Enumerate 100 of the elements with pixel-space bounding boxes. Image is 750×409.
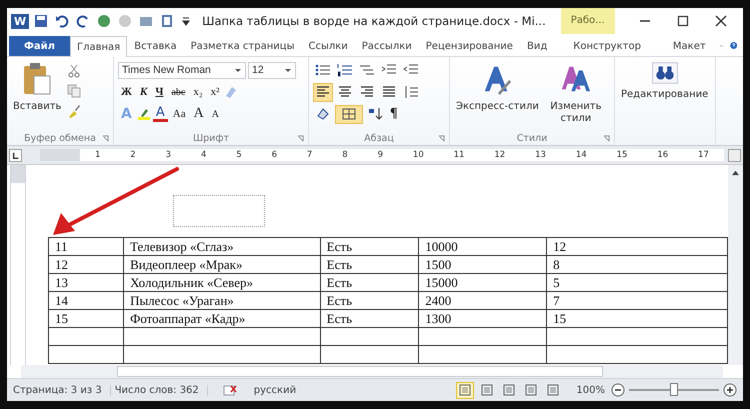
redo-icon[interactable] bbox=[76, 14, 90, 28]
clipboard-icon bbox=[21, 62, 54, 96]
paste-button[interactable]: Вставить bbox=[11, 60, 64, 114]
change-styles-button[interactable]: Изменить стили bbox=[544, 60, 607, 127]
dialog-launcher-icon[interactable] bbox=[603, 134, 610, 142]
table-cell: Есть bbox=[320, 310, 419, 328]
ruler-number: 4 bbox=[200, 150, 206, 160]
font-format-button[interactable]: Ч bbox=[152, 86, 166, 98]
font-format-button[interactable]: К bbox=[136, 86, 150, 98]
highlighter-icon[interactable] bbox=[136, 107, 151, 121]
ruler-number: 6 bbox=[272, 150, 278, 160]
font-format-button[interactable]: x² bbox=[208, 86, 222, 98]
tab-selector-icon[interactable] bbox=[9, 148, 22, 162]
font-format-button[interactable]: Ж bbox=[118, 86, 135, 98]
save-icon[interactable] bbox=[34, 14, 48, 28]
table-cell: 2400 bbox=[418, 292, 547, 310]
ribbon-tab[interactable]: Вставка bbox=[127, 36, 184, 56]
table-cell: 12 bbox=[546, 238, 728, 256]
align-icon bbox=[316, 86, 330, 98]
shrink-font-button[interactable]: A bbox=[208, 108, 222, 120]
table-cell: Есть bbox=[320, 238, 419, 256]
show-marks-button[interactable]: ¶ bbox=[387, 106, 401, 122]
table-cell: 7 bbox=[546, 292, 728, 310]
view-button[interactable] bbox=[456, 382, 474, 398]
document-icon[interactable] bbox=[160, 14, 174, 28]
caret-icon[interactable] bbox=[284, 66, 292, 74]
table-cell: 15 bbox=[546, 310, 728, 328]
font-format-button[interactable]: abc bbox=[168, 86, 188, 98]
dialog-launcher-icon[interactable] bbox=[438, 134, 445, 142]
page-count[interactable]: Страница: 3 из 3 bbox=[13, 384, 111, 396]
caret-icon[interactable] bbox=[234, 66, 242, 74]
table-cell: 12 bbox=[48, 256, 124, 274]
ribbon-tab[interactable]: Вид bbox=[520, 36, 554, 56]
align-icon bbox=[360, 86, 374, 98]
zoom-out-icon[interactable] bbox=[611, 383, 625, 397]
editing-button[interactable]: Редактирование bbox=[619, 60, 710, 102]
brush-icon[interactable] bbox=[67, 104, 82, 118]
table-cell: 11 bbox=[48, 238, 124, 256]
ribbon-tab[interactable]: Главная bbox=[70, 36, 128, 57]
quick-styles-button[interactable]: Экспресс-стили bbox=[454, 60, 541, 114]
horizontal-scrollbar[interactable] bbox=[21, 365, 723, 378]
maximize-icon[interactable] bbox=[677, 15, 689, 27]
table-cell: Пылесос «Ураган» bbox=[124, 292, 320, 310]
group-label: Шрифт bbox=[192, 132, 230, 144]
table-cell: Есть bbox=[320, 274, 419, 292]
table-cell: 1300 bbox=[418, 310, 547, 328]
file-tab[interactable]: Файл bbox=[9, 36, 70, 56]
ribbon-tab[interactable]: Конструктор bbox=[560, 36, 654, 56]
font-color-button[interactable]: A bbox=[152, 106, 168, 122]
close-icon[interactable] bbox=[715, 15, 727, 27]
scissors-icon[interactable] bbox=[67, 64, 82, 78]
ruler-number: 17 bbox=[698, 150, 709, 160]
align-icon bbox=[338, 86, 352, 98]
table-cell: 5 bbox=[546, 274, 728, 292]
table-cell: 13 bbox=[48, 274, 124, 292]
ribbon-tab[interactable]: Ссылки bbox=[301, 36, 355, 56]
vertical-scrollbar[interactable] bbox=[728, 165, 743, 365]
ruler-number: 8 bbox=[342, 150, 348, 160]
ruler-number: 10 bbox=[412, 150, 424, 160]
sort-icon[interactable] bbox=[367, 107, 383, 121]
ruler-number: 13 bbox=[535, 150, 546, 160]
bullet-list-icon[interactable] bbox=[315, 63, 331, 77]
zoom-level[interactable]: 100% bbox=[576, 384, 607, 396]
table-cell: 15 bbox=[48, 310, 124, 328]
align-icon bbox=[382, 86, 396, 98]
ruler-number: 1 bbox=[94, 150, 100, 160]
ruler-number: 11 bbox=[454, 150, 464, 160]
undo-icon[interactable] bbox=[55, 14, 70, 28]
numbered-list-icon[interactable] bbox=[337, 63, 353, 77]
table-cell: 8 bbox=[546, 256, 728, 274]
dialog-launcher-icon[interactable] bbox=[102, 134, 109, 142]
line-spacing-icon[interactable] bbox=[403, 85, 419, 99]
dialog-launcher-icon[interactable] bbox=[297, 134, 304, 142]
table-cell: 15000 bbox=[418, 274, 547, 292]
word-logo: W bbox=[11, 14, 30, 28]
binoculars-icon bbox=[652, 62, 678, 84]
table-cell: Фотоаппарат «Кадр» bbox=[124, 310, 320, 328]
ribbon-tab[interactable]: Разметка страницы bbox=[184, 36, 302, 56]
font-size-field[interactable]: 12 bbox=[248, 62, 296, 78]
table-cell: 14 bbox=[48, 292, 124, 310]
change-case-button[interactable]: Aa bbox=[170, 108, 189, 120]
zoom-in-icon[interactable] bbox=[723, 383, 737, 397]
multilevel-list-icon[interactable] bbox=[359, 63, 375, 77]
borders-button[interactable] bbox=[335, 104, 363, 124]
ribbon-tab[interactable]: Макет bbox=[660, 36, 719, 56]
word-count[interactable]: Число слов: 362 bbox=[114, 384, 208, 396]
font-format-button[interactable]: x₂ bbox=[190, 86, 206, 98]
ruler-number: 7 bbox=[306, 150, 312, 160]
spelling-icon[interactable] bbox=[222, 383, 238, 397]
zoom-slider-thumb[interactable] bbox=[670, 383, 678, 396]
scroll-up-icon[interactable] bbox=[731, 169, 740, 176]
grow-font-button[interactable]: A bbox=[190, 106, 207, 122]
font-name-field[interactable]: Times New Roman bbox=[118, 62, 246, 78]
ribbon-tab[interactable]: Рецензирование bbox=[418, 36, 520, 56]
group-label: Буфер обмена bbox=[24, 132, 96, 144]
ribbon-tab[interactable]: Рассылки bbox=[354, 36, 419, 56]
language-label[interactable]: русский bbox=[254, 384, 304, 396]
align-button[interactable] bbox=[313, 82, 333, 102]
context-tab-header: Рабо... bbox=[560, 8, 615, 34]
view-icon bbox=[459, 384, 472, 396]
